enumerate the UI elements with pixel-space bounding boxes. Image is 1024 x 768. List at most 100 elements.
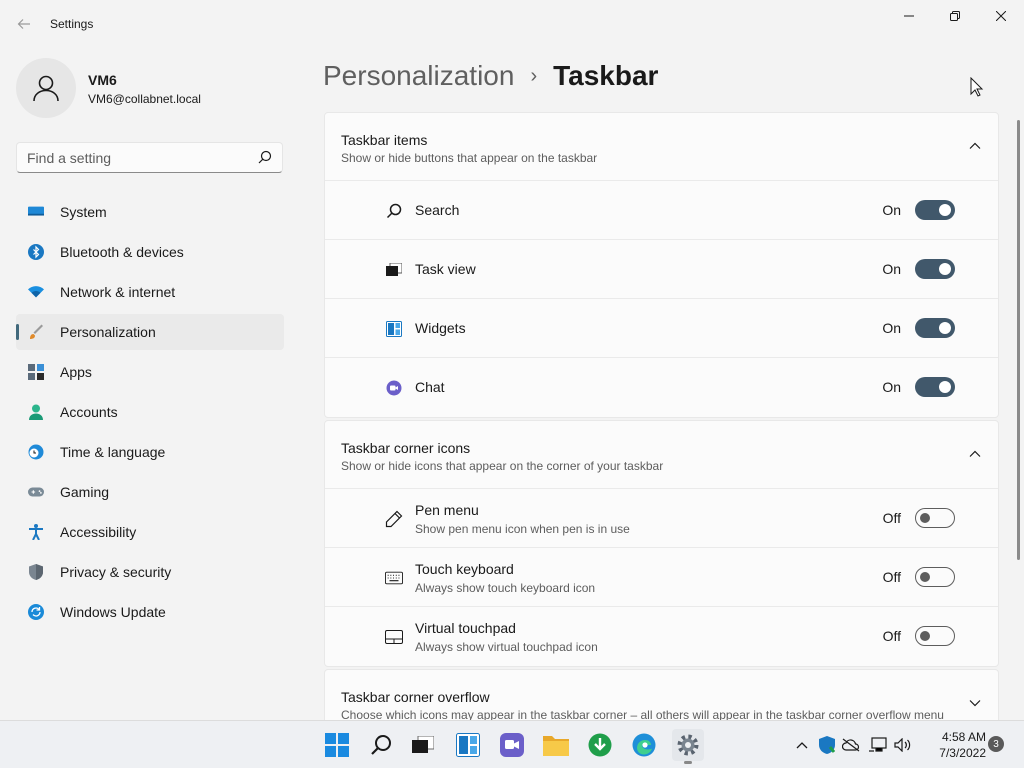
chevron-up-icon[interactable] (968, 139, 982, 153)
corner-icon-pen-menu: Pen menu Show pen menu icon when pen is … (325, 489, 998, 548)
taskbar-chat-button[interactable] (496, 729, 528, 761)
virtual-touchpad-toggle[interactable] (915, 626, 955, 646)
taskbar-item-chat: Chat On (325, 358, 998, 417)
avatar (16, 58, 76, 118)
sidebar-item-accounts[interactable]: Accounts (16, 394, 284, 430)
sidebar-item-label: Windows Update (60, 604, 166, 620)
update-icon (28, 604, 44, 620)
sidebar-item-bluetooth[interactable]: Bluetooth & devices (16, 234, 284, 270)
system-clock[interactable]: 4:58 AM 7/3/2022 (918, 729, 986, 761)
breadcrumb-parent[interactable]: Personalization (323, 60, 514, 92)
shield-icon (28, 564, 44, 580)
network-icon[interactable] (869, 736, 887, 754)
taskbar-file-explorer-button[interactable] (540, 729, 572, 761)
search-icon[interactable] (258, 150, 272, 164)
widgets-icon (385, 320, 403, 338)
scrollbar[interactable] (1017, 120, 1020, 560)
toggle-state-label: Off (882, 628, 901, 644)
onedrive-offline-icon[interactable] (842, 736, 860, 754)
taskbar-corner-icons-header[interactable]: Taskbar corner icons Show or hide icons … (325, 421, 998, 489)
taskbar-widgets-button[interactable] (452, 729, 484, 761)
pen-menu-toggle[interactable] (915, 508, 955, 528)
gear-icon (677, 734, 699, 756)
taskbar-search-button[interactable] (365, 729, 397, 761)
row-description: Show pen menu icon when pen is in use (415, 522, 630, 536)
user-email: VM6@collabnet.local (88, 92, 201, 106)
taskbar-task-view-button[interactable] (407, 729, 439, 761)
close-icon (996, 11, 1006, 21)
search-icon (385, 202, 403, 220)
sidebar-item-accessibility[interactable]: Accessibility (16, 514, 284, 550)
wifi-icon (28, 284, 44, 300)
edge-icon (632, 733, 656, 757)
chevron-up-icon[interactable] (968, 447, 982, 461)
sidebar-item-label: Time & language (60, 444, 166, 460)
sidebar-item-network[interactable]: Network & internet (16, 274, 284, 310)
search-input[interactable] (27, 149, 252, 167)
title-bar: Settings (0, 0, 1024, 48)
back-button[interactable] (12, 12, 36, 36)
volume-icon[interactable] (894, 736, 912, 754)
taskbar: 4:58 AM 7/3/2022 3 (0, 720, 1024, 768)
sidebar-item-apps[interactable]: Apps (16, 354, 284, 390)
restore-button[interactable] (932, 4, 978, 28)
taskbar-download-app-button[interactable] (584, 729, 616, 761)
clock-globe-icon (28, 444, 44, 460)
tray-overflow-chevron-icon[interactable] (793, 736, 811, 754)
section-subtitle: Show or hide icons that appear on the co… (341, 459, 664, 473)
sidebar-item-personalization[interactable]: Personalization (16, 314, 284, 350)
widgets-icon (456, 733, 480, 757)
chat-icon (500, 733, 524, 757)
taskbar-edge-button[interactable] (628, 729, 660, 761)
row-description: Always show virtual touchpad icon (415, 640, 598, 654)
restore-icon (950, 11, 960, 21)
mouse-cursor-icon (970, 77, 984, 97)
user-profile[interactable]: VM6 VM6@collabnet.local (16, 58, 286, 118)
user-name: VM6 (88, 72, 117, 88)
notification-badge[interactable]: 3 (988, 736, 1004, 752)
section-title: Taskbar corner overflow (341, 689, 490, 705)
chat-icon (385, 379, 403, 397)
sidebar-item-privacy[interactable]: Privacy & security (16, 554, 284, 590)
widgets-toggle[interactable] (915, 318, 955, 338)
apps-icon (28, 364, 44, 380)
taskbar-item-task-view: Task view On (325, 240, 998, 299)
section-title: Taskbar corner icons (341, 440, 471, 456)
toggle-state-label: Off (882, 510, 901, 526)
row-label: Task view (415, 261, 476, 277)
person-icon (28, 404, 44, 420)
sidebar-item-label: Personalization (60, 324, 156, 340)
chevron-down-icon[interactable] (968, 696, 982, 710)
taskbar-settings-button[interactable] (672, 729, 704, 764)
search-toggle[interactable] (915, 200, 955, 220)
taskbar-item-search: Search On (325, 181, 998, 240)
brush-icon (28, 324, 44, 340)
touch-keyboard-toggle[interactable] (915, 567, 955, 587)
clock-date: 7/3/2022 (939, 746, 986, 760)
taskbar-items-header[interactable]: Taskbar items Show or hide buttons that … (325, 113, 998, 181)
row-description: Always show touch keyboard icon (415, 581, 596, 595)
sidebar-nav: System Bluetooth & devices Network & int… (16, 194, 284, 634)
sidebar-item-time-language[interactable]: Time & language (16, 434, 284, 470)
chat-toggle[interactable] (915, 377, 955, 397)
minimize-icon (904, 15, 914, 17)
touchpad-icon (385, 628, 403, 646)
sidebar-item-label: Gaming (60, 484, 110, 500)
row-label: Pen menu (415, 502, 479, 518)
monitor-icon (28, 204, 44, 220)
sidebar-item-gaming[interactable]: Gaming (16, 474, 284, 510)
minimize-button[interactable] (886, 4, 932, 28)
sidebar-item-windows-update[interactable]: Windows Update (16, 594, 284, 630)
clock-time: 4:58 AM (941, 730, 986, 744)
sidebar-item-system[interactable]: System (16, 194, 284, 230)
close-button[interactable] (978, 4, 1024, 28)
page-title: Taskbar (553, 60, 659, 91)
search-icon (371, 735, 391, 755)
start-button[interactable] (321, 729, 353, 761)
search-box (16, 142, 283, 173)
sidebar-item-label: System (60, 204, 107, 220)
back-arrow-icon (17, 19, 30, 29)
accessibility-icon (28, 524, 44, 540)
security-shield-icon[interactable] (818, 736, 836, 754)
task-view-toggle[interactable] (915, 259, 955, 279)
